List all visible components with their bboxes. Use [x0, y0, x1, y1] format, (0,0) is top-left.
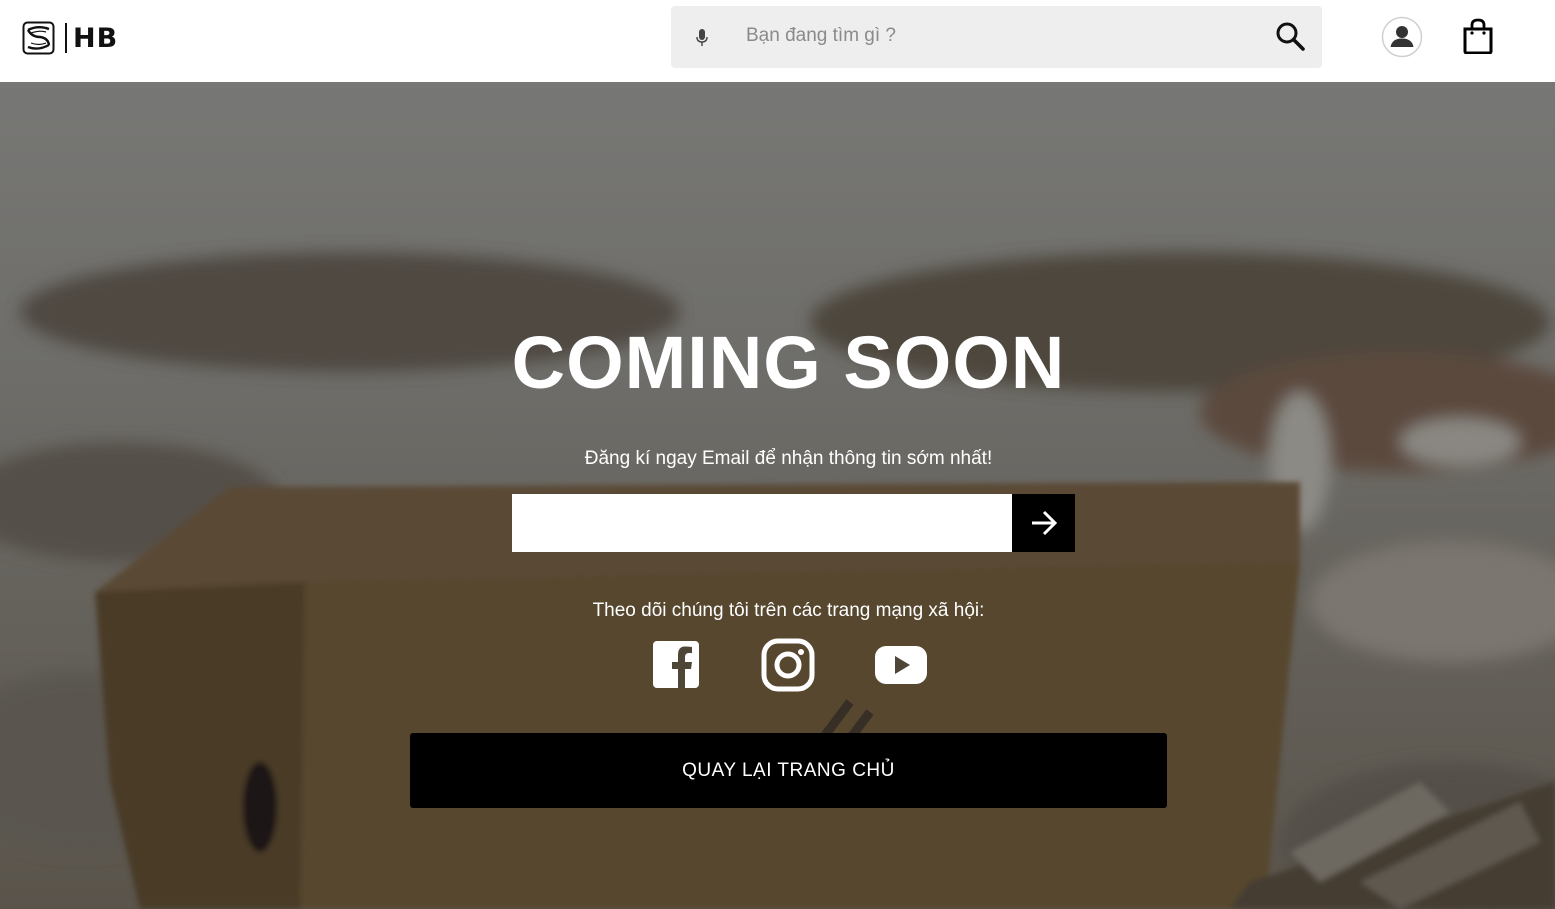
email-input[interactable] — [512, 494, 1012, 552]
email-submit-button[interactable] — [1012, 494, 1075, 552]
follow-text: Theo dõi chúng tôi trên các trang mạng x… — [592, 600, 985, 621]
microphone-icon[interactable] — [694, 28, 710, 48]
facebook-icon[interactable] — [652, 638, 700, 692]
shopping-bag-icon[interactable] — [1462, 18, 1494, 54]
logo-text: HB — [73, 22, 119, 54]
search-input[interactable] — [746, 22, 1246, 50]
youtube-icon[interactable] — [874, 638, 928, 692]
subtitle-text: Đăng kí ngay Email để nhận thông tin sớm… — [584, 448, 993, 469]
logo-divider — [65, 23, 67, 53]
account-icon[interactable] — [1381, 16, 1423, 58]
site-header: HB — [0, 0, 1555, 82]
back-to-home-button[interactable]: QUAY LẠI TRANG CHỦ — [410, 733, 1167, 808]
instagram-icon[interactable] — [761, 638, 815, 692]
search-icon[interactable] — [1274, 20, 1306, 52]
email-signup-form — [512, 494, 1075, 552]
arrow-right-icon — [1031, 510, 1057, 536]
logo-mark-icon — [22, 21, 55, 55]
brand-logo[interactable]: HB — [22, 21, 118, 55]
page-title: COMING SOON — [511, 321, 1066, 404]
